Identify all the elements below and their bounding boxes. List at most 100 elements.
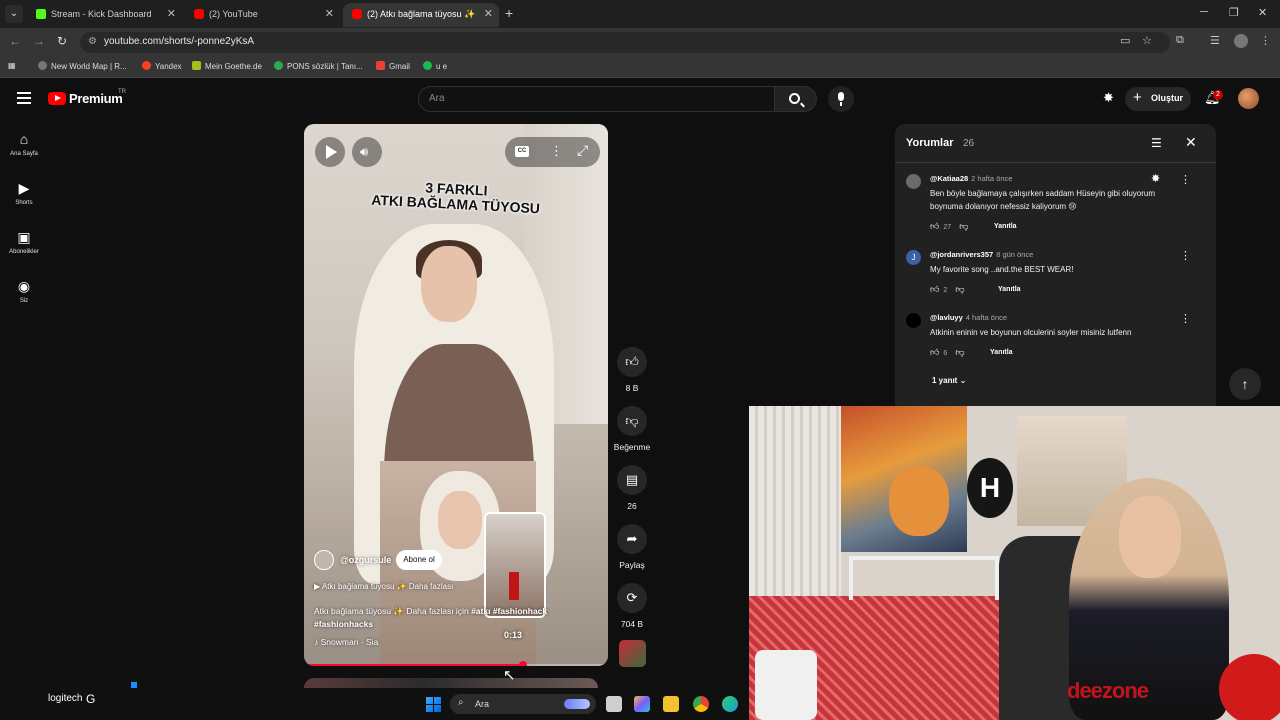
bookmark-pons[interactable]: PONS sözlük | Tanı... — [274, 61, 363, 71]
close-window-icon[interactable]: ✕ — [1258, 6, 1267, 19]
dislike-action[interactable]: 👎︎ Beğenme — [612, 406, 652, 452]
like-action[interactable]: 👍︎ 8 B — [612, 347, 652, 393]
comment-menu-icon[interactable]: ⋮ — [1180, 173, 1191, 186]
reply-button[interactable]: Yanıtla — [994, 223, 1017, 230]
bookmark-favicon-icon — [38, 61, 47, 70]
premium-badge-icon: ✸ — [1151, 173, 1161, 185]
comment-author[interactable]: @Katiaa28 2 hafta önce — [930, 174, 1012, 183]
dislike-icon[interactable]: 👎︎ — [955, 284, 964, 294]
account-avatar[interactable] — [1238, 88, 1259, 109]
commenter-avatar[interactable] — [906, 174, 921, 189]
like-icon[interactable]: 👍︎ — [930, 284, 939, 294]
channel-name[interactable]: @ozgursule — [340, 555, 391, 565]
restore-icon[interactable]: ❐ — [1229, 6, 1239, 19]
apps-grid-icon[interactable]: ▦ — [8, 61, 16, 70]
tab-active-short[interactable]: (2) Atkı bağlama tüyosu ✨ Da ✕ — [343, 3, 499, 27]
like-icon[interactable]: 👍︎ — [930, 347, 939, 357]
premium-badge-icon[interactable]: ✸ — [1103, 90, 1114, 106]
video-progress-bar[interactable] — [304, 661, 608, 666]
sort-comments-icon[interactable]: ☰ — [1151, 136, 1162, 150]
dislike-icon[interactable]: 👎︎ — [959, 221, 968, 231]
show-replies-button[interactable]: 1 yanıt ⌄ — [932, 376, 966, 385]
sidebar-item-home[interactable]: ⌂ Ana Sayfa — [4, 131, 44, 157]
comment-author[interactable]: @jordanrivers357 8 gün önce — [930, 250, 1033, 259]
close-tab-icon[interactable]: ✕ — [484, 7, 493, 20]
minimize-icon[interactable]: ─ — [1200, 6, 1208, 18]
subscribe-button[interactable]: Abone ol — [396, 550, 442, 570]
reply-button[interactable]: Yanıtla — [998, 286, 1021, 293]
site-info-icon[interactable]: ⚙ — [88, 36, 97, 47]
bookmark-star-icon[interactable]: ☆ — [1142, 34, 1152, 47]
fullscreen-icon[interactable]: ⤢ — [577, 142, 588, 159]
close-comments-icon[interactable]: ✕ — [1185, 134, 1197, 151]
remix-action[interactable]: ⟳ 704 B — [612, 583, 652, 629]
back-icon[interactable]: ← — [9, 34, 21, 48]
bookmark-goethe[interactable]: Mein Goethe.de — [192, 61, 262, 71]
youtube-premium-wordmark[interactable]: Premium — [69, 91, 123, 106]
bookmark-new-world-map[interactable]: New World Map | R... — [38, 61, 127, 71]
taskbar-search[interactable]: ⌕ Ara — [450, 694, 596, 714]
scroll-up-button[interactable]: ↑ — [1229, 368, 1261, 400]
commenter-avatar[interactable]: J — [906, 250, 921, 265]
comment-like-count: 2 — [943, 287, 948, 294]
reading-list-icon[interactable]: ☰ — [1210, 34, 1220, 47]
music-attribution[interactable]: ♪ Snowman · Sia — [314, 637, 378, 647]
bookmark-yandex[interactable]: Yandex — [142, 61, 182, 71]
playlist-link[interactable]: ▶ Atkı bağlama tüyosu ✨ Daha fazlası — [314, 582, 453, 591]
thumbs-up-icon[interactable]: 👍︎ — [617, 347, 647, 377]
youtube-logo-icon[interactable] — [48, 92, 66, 105]
edge-icon[interactable] — [722, 696, 738, 712]
commenter-avatar[interactable] — [906, 313, 921, 328]
short-video-player[interactable]: 3 FARKLI ATKI BAĞLAMA TÜYOSU 🔊︎ CC ⋮ ⤢ 0… — [304, 124, 608, 666]
forward-icon[interactable]: → — [33, 34, 45, 48]
tab-kick-dashboard[interactable]: Stream - Kick Dashboard ✕ — [27, 3, 182, 27]
profile-avatar[interactable] — [1234, 34, 1248, 48]
close-tab-icon[interactable]: ✕ — [167, 7, 176, 20]
tab-search-button[interactable]: ⌄ — [5, 5, 23, 23]
close-tab-icon[interactable]: ✕ — [325, 7, 334, 20]
create-button[interactable]: + Oluştur — [1125, 87, 1191, 111]
chrome-menu-icon[interactable]: ⋮ — [1260, 34, 1271, 47]
progress-scrubber[interactable] — [518, 661, 527, 666]
cast-icon[interactable]: ▭ — [1120, 34, 1130, 47]
play-button[interactable] — [315, 137, 345, 167]
search-icon — [789, 93, 800, 104]
new-tab-button[interactable]: + — [505, 5, 513, 21]
captions-icon[interactable]: CC — [515, 146, 529, 157]
remix-icon[interactable]: ⟳ — [617, 583, 647, 613]
video-description[interactable]: Atkı bağlama tüyosu ✨ Daha fazlası için … — [314, 605, 582, 631]
omnibox[interactable]: ⚙ youtube.com/shorts/-ponne2yKsA — [80, 32, 1170, 53]
comment-icon[interactable]: ▤ — [617, 465, 647, 495]
sidebar-item-subscriptions[interactable]: ▣ Abonelikler — [4, 229, 44, 255]
voice-search-button[interactable] — [828, 86, 854, 112]
volume-button[interactable]: 🔊︎ — [352, 137, 382, 167]
sidebar-item-shorts[interactable]: ▶ Shorts — [4, 180, 44, 206]
comment-menu-icon[interactable]: ⋮ — [1180, 249, 1191, 262]
more-options-icon[interactable]: ⋮ — [550, 143, 563, 159]
bookmark-ue[interactable]: u e — [423, 61, 447, 71]
reload-icon[interactable]: ↻ — [57, 34, 67, 48]
reply-button[interactable]: Yanıtla — [990, 349, 1013, 356]
copilot-icon[interactable] — [634, 696, 650, 712]
task-view-icon[interactable] — [606, 696, 622, 712]
sidebar-item-you[interactable]: ◉ Siz — [4, 278, 44, 304]
search-input[interactable]: Ara — [418, 86, 775, 112]
extensions-icon[interactable]: ⧉ — [1176, 34, 1184, 47]
like-icon[interactable]: 👍︎ — [930, 221, 939, 231]
share-action[interactable]: ➦ Paylaş — [612, 524, 652, 570]
windows-start-icon[interactable] — [426, 697, 441, 712]
bookmark-gmail[interactable]: Gmail — [376, 61, 410, 71]
comments-action[interactable]: ▤ 26 — [612, 465, 652, 511]
chrome-icon[interactable] — [693, 696, 709, 712]
share-icon[interactable]: ➦ — [617, 524, 647, 554]
file-explorer-icon[interactable] — [663, 696, 679, 712]
comment-menu-icon[interactable]: ⋮ — [1180, 312, 1191, 325]
dislike-icon[interactable]: 👎︎ — [955, 347, 964, 357]
sound-thumbnail[interactable] — [619, 640, 646, 667]
comment-author[interactable]: @lavluyy 4 hafta önce — [930, 313, 1007, 322]
channel-avatar[interactable] — [314, 550, 334, 570]
thumbs-down-icon[interactable]: 👎︎ — [617, 406, 647, 436]
search-button[interactable] — [775, 86, 817, 112]
tab-youtube[interactable]: (2) YouTube ✕ — [185, 3, 340, 27]
guide-menu-icon[interactable] — [17, 92, 31, 104]
